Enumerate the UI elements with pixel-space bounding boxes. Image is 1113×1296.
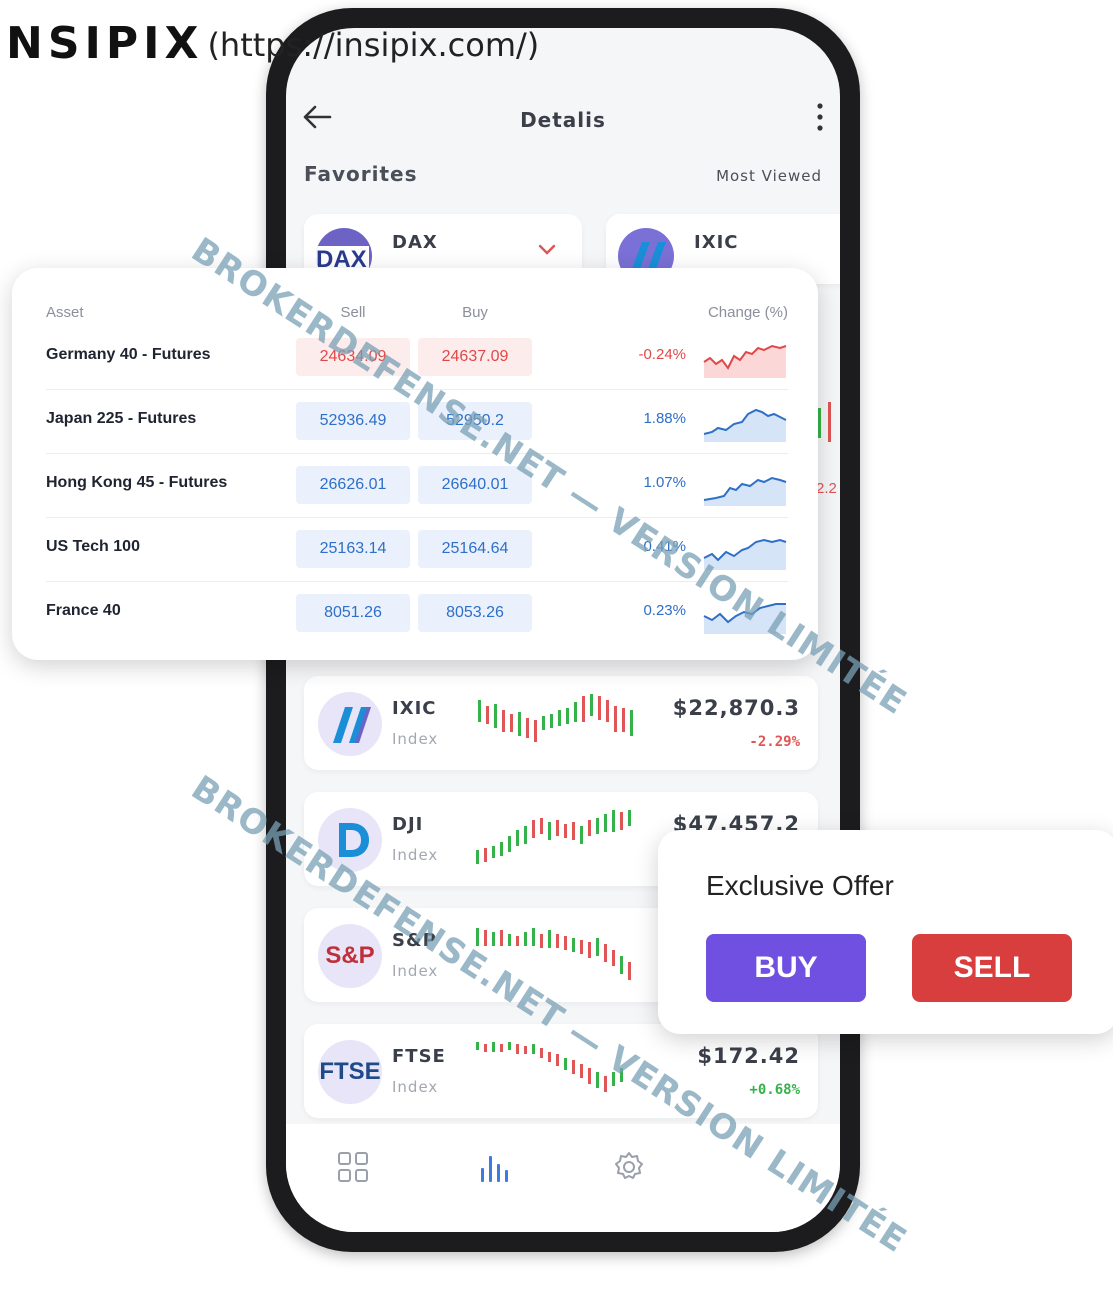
sell-button[interactable]: SELL	[912, 934, 1072, 1002]
market-table-card: Asset Sell Buy Change (%) Germany 40 - F…	[12, 268, 818, 660]
index-type: Index	[392, 962, 439, 980]
table-row[interactable]: Japan 225 - Futures 52936.49 52950.2 1.8…	[46, 390, 788, 454]
index-row-ftse[interactable]: FTSE FTSE Index $172.42 +0.68%	[304, 1024, 818, 1118]
buy-price[interactable]: 26640.01	[418, 466, 532, 504]
ftse-logo: FTSE	[318, 1040, 382, 1104]
index-price: $22,870.3	[672, 696, 800, 720]
header-change: Change (%)	[707, 304, 788, 321]
table-row[interactable]: Germany 40 - Futures 24634.09 24637.09 -…	[46, 326, 788, 390]
more-vertical-icon[interactable]	[814, 102, 826, 132]
index-row-ixic[interactable]: IXIC Index $22,870.3 -2.29%	[304, 676, 818, 770]
sell-price[interactable]: 8051.26	[296, 594, 410, 632]
trend-sparkline	[703, 344, 787, 378]
change-percent: -0.24%	[638, 346, 686, 363]
asset-name: US Tech 100	[46, 538, 140, 555]
candlestick-sparkline	[476, 1042, 623, 1092]
trend-sparkline	[703, 476, 787, 506]
trend-sparkline	[703, 408, 787, 442]
header-buy: Buy	[462, 304, 488, 321]
sell-price[interactable]: 25163.14	[296, 530, 410, 568]
most-viewed-link[interactable]: Most Viewed	[716, 167, 822, 185]
exclusive-offer-card: Exclusive Offer BUY SELL	[658, 830, 1113, 1034]
sell-price[interactable]: 52936.49	[296, 402, 410, 440]
index-change: +0.68%	[749, 1082, 800, 1098]
favorite-name: DAX	[392, 232, 438, 253]
brand-url[interactable]: (https://insipix.com/)	[207, 26, 539, 64]
peek-candles	[818, 402, 831, 442]
screen-title: Detalis	[520, 108, 606, 132]
buy-price[interactable]: 8053.26	[418, 594, 532, 632]
candlestick-sparkline	[476, 810, 631, 864]
asset-name: Japan 225 - Futures	[46, 410, 197, 427]
asset-name: France 40	[46, 602, 121, 619]
table-row[interactable]: France 40 8051.26 8053.26 0.23%	[46, 582, 788, 646]
asset-name: Hong Kong 45 - Futures	[46, 474, 228, 491]
index-change: -2.29%	[749, 734, 800, 750]
index-price: $172.42	[697, 1044, 800, 1068]
sp-logo: S&P	[318, 924, 382, 988]
peek-change: 2.2	[816, 480, 837, 497]
gear-icon[interactable]	[612, 1150, 646, 1184]
index-name: DJI	[392, 814, 424, 835]
asset-name: Germany 40 - Futures	[46, 346, 211, 363]
top-bar: Detalis	[286, 90, 840, 146]
table-row[interactable]: Hong Kong 45 - Futures 26626.01 26640.01…	[46, 454, 788, 518]
favorites-label: Favorites	[304, 162, 418, 186]
index-name: IXIC	[392, 698, 437, 719]
bar-chart-icon[interactable]	[476, 1150, 510, 1184]
change-percent: 1.07%	[643, 474, 686, 491]
buy-price[interactable]: 24637.09	[418, 338, 532, 376]
chevron-down-icon[interactable]	[538, 244, 556, 256]
candlestick-sparkline	[476, 928, 631, 980]
change-percent: 0.23%	[643, 602, 686, 619]
table-row[interactable]: US Tech 100 25163.14 25164.64 0.41%	[46, 518, 788, 582]
brand-logo: NSIPIX	[6, 17, 204, 69]
sell-price[interactable]: 26626.01	[296, 466, 410, 504]
favorite-name: IXIC	[694, 232, 739, 253]
dji-logo	[318, 808, 382, 872]
index-type: Index	[392, 846, 439, 864]
index-name: S&P	[392, 930, 437, 951]
header-asset: Asset	[46, 304, 84, 321]
buy-button[interactable]: BUY	[706, 934, 866, 1002]
favorites-header: Favorites Most Viewed	[304, 162, 822, 192]
bottom-nav	[286, 1124, 840, 1232]
trend-sparkline	[703, 603, 786, 634]
index-name: FTSE	[392, 1046, 446, 1067]
change-percent: 1.88%	[643, 410, 686, 427]
index-type: Index	[392, 1078, 439, 1096]
grid-icon[interactable]	[336, 1150, 370, 1184]
ixic-logo	[318, 692, 382, 756]
index-type: Index	[392, 730, 439, 748]
buy-price[interactable]: 52950.2	[418, 402, 532, 440]
change-percent: 0.41%	[643, 538, 686, 555]
trend-sparkline	[703, 538, 787, 570]
brand-header: NSIPIX (https://insipix.com/)	[6, 17, 539, 69]
header-sell: Sell	[340, 304, 366, 321]
candlestick-sparkline	[478, 694, 633, 742]
buy-price[interactable]: 25164.64	[418, 530, 532, 568]
offer-title: Exclusive Offer	[706, 870, 894, 901]
sell-price[interactable]: 24634.09	[296, 338, 410, 376]
